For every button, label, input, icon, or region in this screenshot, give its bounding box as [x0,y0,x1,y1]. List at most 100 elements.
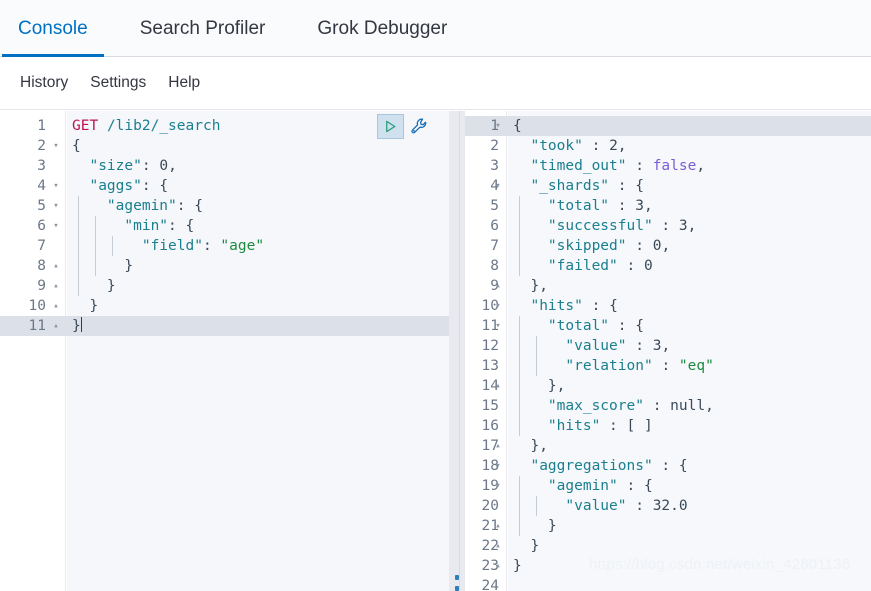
line-number: 7 [37,238,46,254]
code-line[interactable]: 19 ▾ "agemin" : { [465,476,871,496]
code-text: } [547,518,557,534]
fold-open-icon[interactable]: ▾ [50,176,62,196]
fold-close-icon[interactable]: ▴ [50,296,62,316]
wrench-icon [410,118,426,134]
fold-open-icon[interactable]: ▾ [50,196,62,216]
console-submenu-bar: History Settings Help [0,57,871,110]
line-number: 10 [28,298,46,314]
fold-open-icon[interactable]: ▾ [492,296,504,316]
code-text: "agemin": { [106,198,203,214]
line-number: 2 [490,138,499,154]
fold-open-icon[interactable]: ▾ [492,116,504,136]
tab-grok-debugger[interactable]: Grok Debugger [317,0,477,57]
line-number: 3 [37,158,46,174]
code-text: { [513,118,522,134]
code-line[interactable]: 12 "value" : 3, [465,336,871,356]
code-line[interactable]: 11 ▾ "total" : { [465,316,871,336]
code-line[interactable]: 6 "successful" : 3, [465,216,871,236]
code-line[interactable]: 2 "took" : 2, [465,136,871,156]
code-line[interactable]: 9 ▴ } [0,276,449,296]
tab-label: Console [18,17,88,39]
splitter-line [459,111,460,591]
code-text: "aggs": { [89,178,169,194]
code-text: "value" : 3, [565,338,671,354]
code-line[interactable]: 4 ▾ "_shards" : { [465,176,871,196]
code-line[interactable]: 20 "value" : 32.0 [465,496,871,516]
fold-open-icon[interactable]: ▾ [492,456,504,476]
code-line[interactable]: 18 ▾ "aggregations" : { [465,456,871,476]
fold-close-icon[interactable]: ▴ [492,516,504,536]
fold-close-icon[interactable]: ▴ [50,256,62,276]
code-text: "total" : { [547,318,644,334]
code-line[interactable]: 4 ▾ "aggs": { [0,176,449,196]
fold-close-icon[interactable]: ▴ [492,276,504,296]
code-line[interactable]: 7 "skipped" : 0, [465,236,871,256]
code-line[interactable]: 15 "max_score" : null, [465,396,871,416]
submenu-item-help[interactable]: Help [168,74,200,92]
code-line[interactable]: 1 ▾{ [465,116,871,136]
fold-close-icon[interactable]: ▴ [492,436,504,456]
code-line[interactable]: 8 "failed" : 0 [465,256,871,276]
fold-close-icon[interactable]: ▴ [50,276,62,296]
code-line[interactable]: 23 ▴} [465,556,871,576]
code-line[interactable]: 10 ▴ } [0,296,449,316]
code-text: "min": { [124,218,195,234]
submenu-item-settings[interactable]: Settings [90,74,146,92]
code-text: "value" : 32.0 [565,498,688,514]
code-text: "relation" : "eq" [565,358,714,374]
request-editor-pane[interactable]: 1 GET /lib2/_search 2 ▾{3 "size": 0, 4 ▾ "agg… [0,111,449,591]
line-number: 8 [37,258,46,274]
line-number: 13 [481,358,499,374]
code-text: "hits" : { [530,298,618,314]
code-line[interactable]: 8 ▴ } [0,256,449,276]
line-number: 1 [37,118,46,134]
fold-open-icon[interactable]: ▾ [492,176,504,196]
code-line[interactable]: 6 ▾ "min": { [0,216,449,236]
line-number: 7 [490,238,499,254]
tab-search-profiler[interactable]: Search Profiler [140,0,296,57]
line-number: 9 [37,278,46,294]
code-line[interactable]: 7 "field": "age" [0,236,449,256]
code-line[interactable]: 11 ▴} [0,316,449,336]
fold-close-icon[interactable]: ▴ [492,536,504,556]
fold-close-icon[interactable]: ▴ [492,556,504,576]
code-line[interactable]: 21 ▴ } [465,516,871,536]
pane-splitter[interactable] [449,111,465,591]
code-line[interactable]: 9 ▴ }, [465,276,871,296]
fold-close-icon[interactable]: ▴ [492,376,504,396]
request-options-button[interactable] [406,114,432,139]
handle-dot [455,575,459,580]
code-line[interactable]: 5 "total" : 3, [465,196,871,216]
line-number: 3 [490,158,499,174]
code-text: "skipped" : 0, [547,238,671,254]
code-text: } [513,558,522,574]
line-number: 20 [481,498,499,514]
code-line[interactable]: 2 ▾ { [0,136,449,156]
line-number: 6 [490,218,499,234]
splitter-drag-handle-icon[interactable] [449,575,465,591]
code-line[interactable]: 24 [465,576,871,591]
fold-close-icon[interactable]: ▴ [50,316,62,336]
code-line[interactable]: 10 ▾ "hits" : { [465,296,871,316]
code-line[interactable]: 3 "timed_out" : false, [465,156,871,176]
tab-console[interactable]: Console [2,0,118,57]
code-line[interactable]: 17 ▴ }, [465,436,871,456]
send-request-button[interactable] [377,114,404,139]
code-line[interactable]: 22 ▴ } [465,536,871,556]
code-line[interactable]: 13 "relation" : "eq" [465,356,871,376]
fold-open-icon[interactable]: ▾ [492,316,504,336]
response-editor-pane[interactable]: 1 ▾{2 "took" : 2, 3 "timed_out" : false, 4 ▾… [465,111,871,591]
code-line[interactable]: 14 ▴ }, [465,376,871,396]
code-line[interactable]: 5 ▾ "agemin": { [0,196,449,216]
response-lines[interactable]: 1 ▾{2 "took" : 2, 3 "timed_out" : false, 4 ▾… [465,116,871,591]
request-lines[interactable]: 1 GET /lib2/_search 2 ▾{3 "size": 0, 4 ▾ "agg… [0,116,449,336]
fold-open-icon[interactable]: ▾ [50,136,62,156]
fold-open-icon[interactable]: ▾ [492,476,504,496]
code-line[interactable]: 3 "size": 0, [0,156,449,176]
line-number: 6 [37,218,46,234]
code-line[interactable]: 16 "hits" : [ ] [465,416,871,436]
code-text: "successful" : 3, [547,218,697,234]
line-number: 15 [481,398,499,414]
submenu-item-history[interactable]: History [20,74,68,92]
fold-open-icon[interactable]: ▾ [50,216,62,236]
